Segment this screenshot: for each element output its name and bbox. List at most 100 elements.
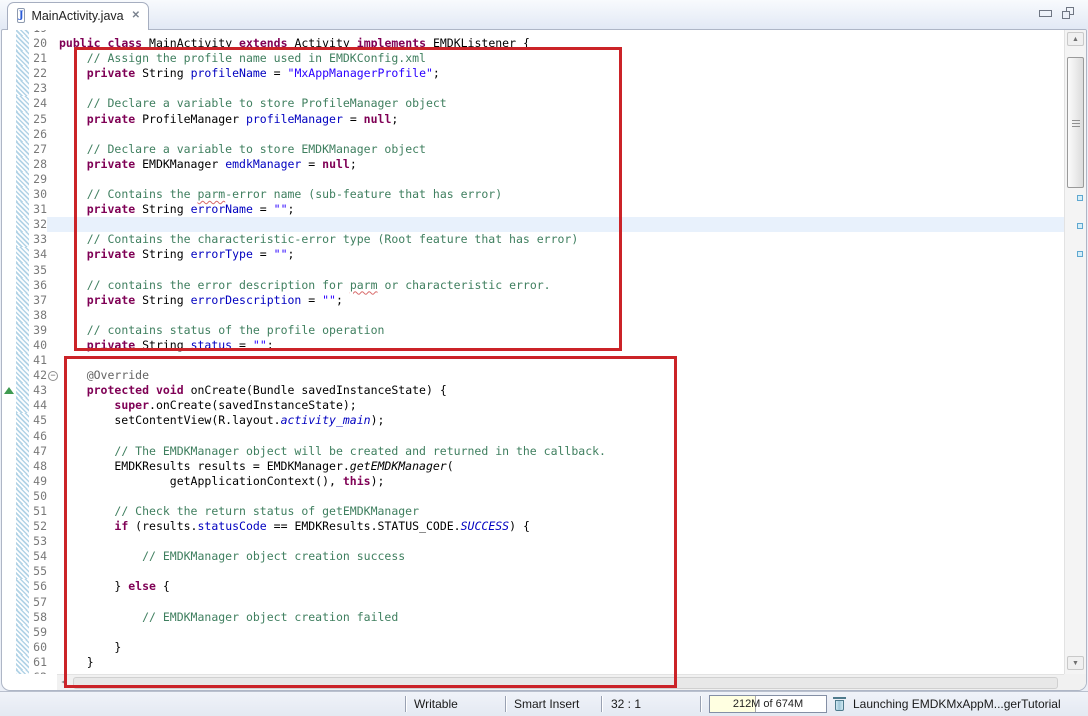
line-number: 31 [29,202,47,217]
quick-diff-bar [16,474,29,489]
folding-ruler-cell [47,655,59,670]
line-number: 51 [29,504,47,519]
folding-ruler-cell [47,595,59,610]
folding-ruler-cell [47,323,59,338]
line-number: 38 [29,308,47,323]
folding-ruler-cell [47,398,59,413]
fold-collapse-icon[interactable]: − [48,371,58,381]
quick-diff-bar [16,263,29,278]
tutorial-highlight-box [74,47,622,351]
line-number: 33 [29,232,47,247]
annotation-ruler-cell [2,564,16,579]
status-separator [505,696,507,712]
folding-ruler-cell [47,610,59,625]
insert-mode-status: Smart Insert [514,692,579,716]
quick-diff-bar [16,278,29,293]
line-number: 57 [29,595,47,610]
line-number: 47 [29,444,47,459]
quick-diff-bar [16,595,29,610]
quick-diff-bar [16,112,29,127]
restore-front-square [1062,11,1070,19]
status-bar: Writable Smart Insert 32 : 1 212M of 674… [0,691,1088,716]
status-separator [405,696,407,712]
annotation-ruler-cell [2,127,16,142]
folding-ruler-cell [47,489,59,504]
vertical-scrollbar[interactable]: ▲ ▼ [1064,30,1086,674]
line-number: 61 [29,655,47,670]
restore-icon[interactable] [1062,7,1074,19]
garbage-collect-trash-icon[interactable] [833,697,846,712]
quick-diff-bar [16,489,29,504]
annotation-ruler-cell [2,489,16,504]
folding-ruler-cell [47,413,59,428]
editor-tab-bar: J MainActivity.java ✕ [0,0,1088,29]
line-number: 27 [29,142,47,157]
folding-ruler-cell [47,519,59,534]
trash-body [835,700,844,711]
annotation-ruler-cell [2,549,16,564]
annotation-ruler-cell [2,353,16,368]
folding-ruler-cell [47,81,59,96]
status-separator [601,696,603,712]
line-number: 41 [29,353,47,368]
annotation-ruler-cell [2,625,16,640]
line-number: 42 [29,368,47,383]
line-number: 49 [29,474,47,489]
scroll-up-icon[interactable]: ▲ [1067,32,1084,46]
line-number: 53 [29,534,47,549]
annotation-ruler-cell [2,670,16,674]
quick-diff-bar [16,81,29,96]
annotation-ruler-cell [2,81,16,96]
annotation-ruler-cell [2,429,16,444]
line-number: 36 [29,278,47,293]
annotation-ruler-cell [2,232,16,247]
minimize-icon[interactable] [1039,10,1052,17]
folding-ruler-cell [47,263,59,278]
line-number: 43 [29,383,47,398]
quick-diff-bar [16,338,29,353]
heap-status-widget: 212M of 674M [709,695,827,713]
line-number: 39 [29,323,47,338]
line-number: 29 [29,172,47,187]
overview-annotation-marker[interactable] [1077,223,1083,229]
folding-ruler-cell [47,112,59,127]
annotation-ruler-cell [2,444,16,459]
line-number: 25 [29,112,47,127]
folding-ruler-cell [47,429,59,444]
folding-ruler-cell [47,127,59,142]
heap-usage-text: 212M of 674M [710,696,826,713]
quick-diff-bar [16,504,29,519]
vertical-scrollbar-thumb[interactable] [1067,57,1084,188]
quick-diff-bar [16,444,29,459]
folding-ruler-cell [47,338,59,353]
annotation-ruler-cell [2,519,16,534]
line-number: 37 [29,293,47,308]
folding-ruler-cell [47,459,59,474]
folding-ruler-cell [47,187,59,202]
override-marker-icon [4,387,14,394]
annotation-ruler-cell [2,610,16,625]
line-number: 59 [29,625,47,640]
overview-annotation-marker[interactable] [1077,251,1083,257]
folding-ruler-cell [47,36,59,51]
cursor-position: 32 : 1 [611,692,641,716]
overview-annotation-marker[interactable] [1077,195,1083,201]
line-number: 52 [29,519,47,534]
close-icon[interactable]: ✕ [132,10,140,21]
folding-ruler-cell [47,474,59,489]
tab-mainactivity-java[interactable]: J MainActivity.java ✕ [7,2,149,30]
line-number: 23 [29,81,47,96]
folding-ruler-cell [47,66,59,81]
folding-ruler-cell [47,247,59,262]
scroll-down-icon[interactable]: ▼ [1067,656,1084,670]
folding-ruler-cell: − [47,368,59,383]
quick-diff-bar [16,187,29,202]
line-number: 46 [29,429,47,444]
annotation-ruler-cell [2,172,16,187]
line-number: 58 [29,610,47,625]
quick-diff-bar [16,353,29,368]
quick-diff-bar [16,534,29,549]
annotation-ruler-cell [2,202,16,217]
annotation-ruler-cell [2,368,16,383]
folding-ruler-cell [47,217,59,232]
